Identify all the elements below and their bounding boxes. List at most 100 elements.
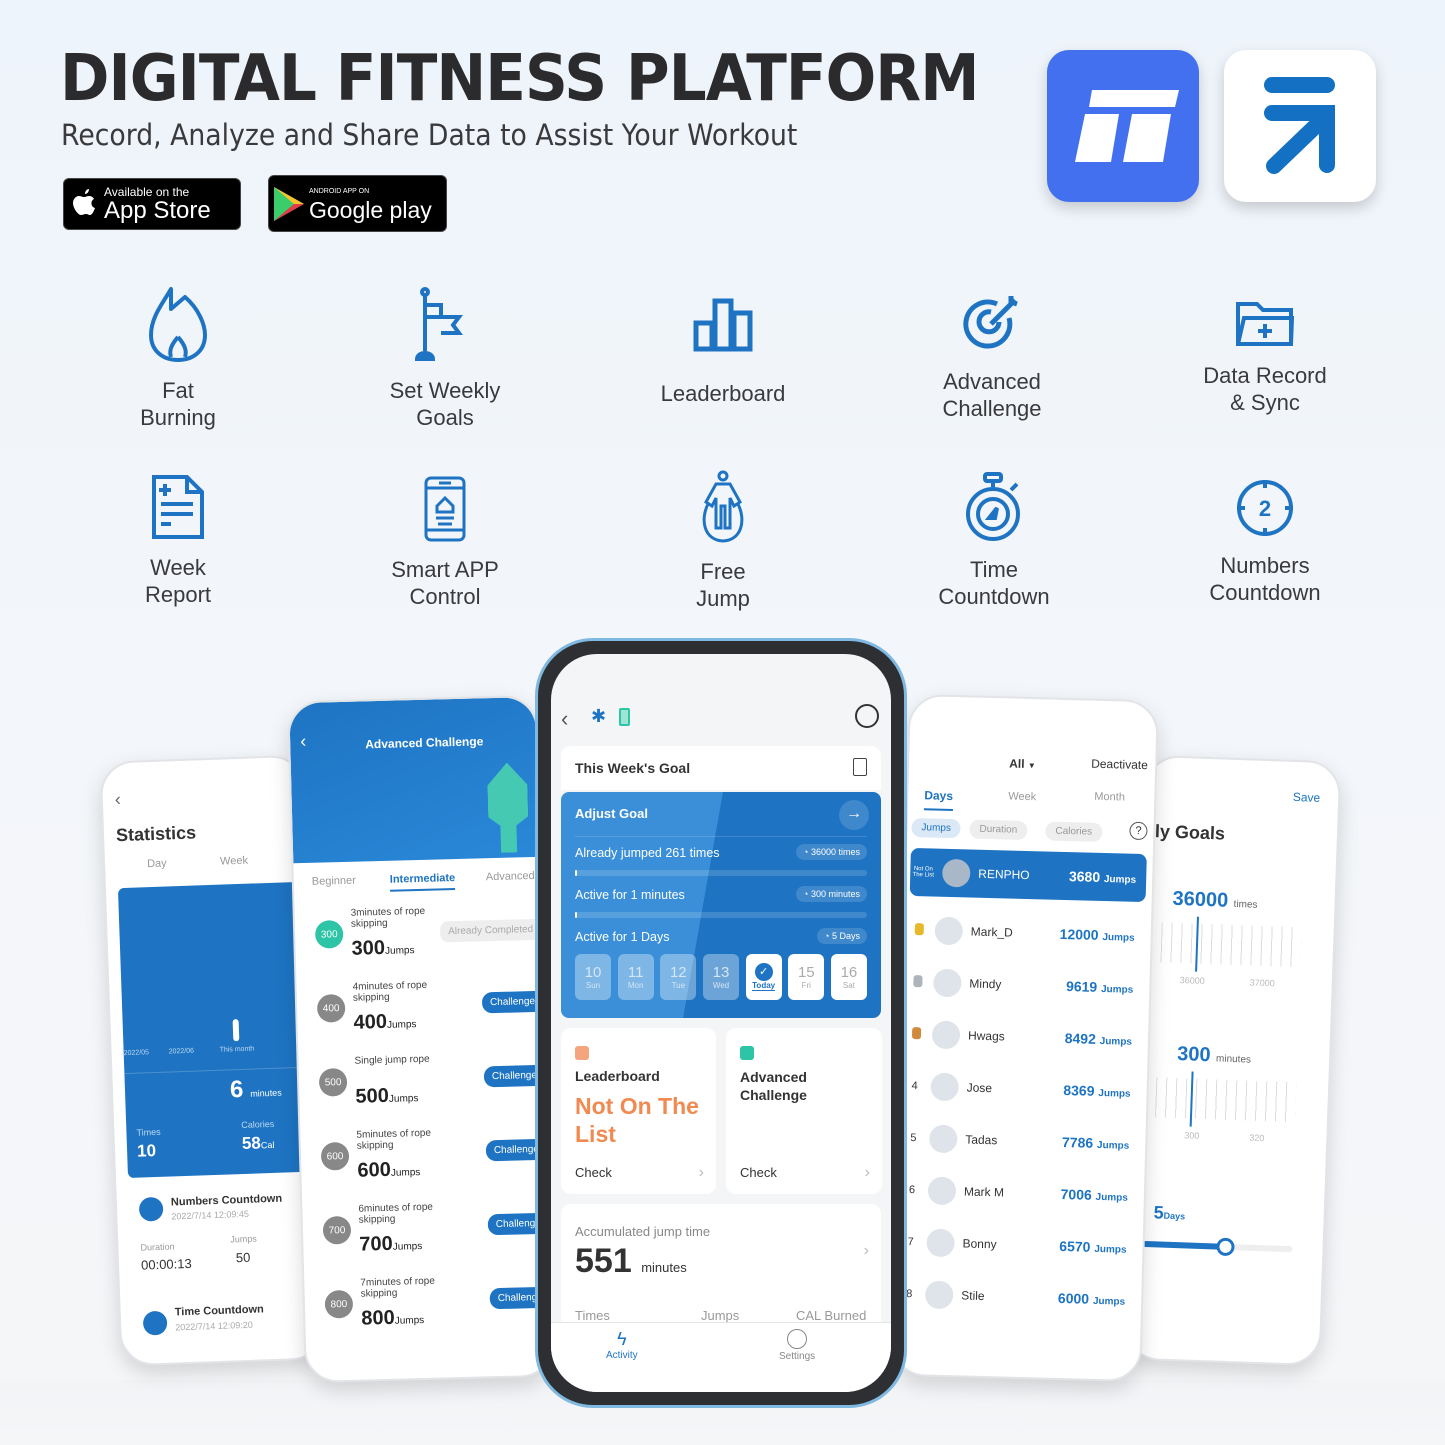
deactivate-button[interactable]: Deactivate (1091, 757, 1148, 772)
times-ruler[interactable] (1160, 922, 1302, 968)
challenge-item[interactable]: 300 3minutes of rope skipping 300Jumps A… (302, 896, 542, 968)
feature-data-record: Data Record & Sync (1155, 300, 1375, 416)
challenge-value: 600 (357, 1158, 392, 1182)
nav-settings[interactable]: Settings (779, 1329, 815, 1362)
chip-duration[interactable]: Duration (969, 819, 1028, 840)
caret-down-icon: ▼ (1027, 760, 1036, 771)
day-label: Sat (842, 981, 855, 990)
score: 12000 (1059, 925, 1099, 943)
chip-calories[interactable]: Calories (1045, 821, 1103, 842)
score-unit: Jumps (1095, 1191, 1128, 1204)
feature-time-countdown: Time Countdown (884, 472, 1104, 610)
tab-week[interactable]: Week (220, 855, 248, 868)
tab-advanced[interactable]: Advanced (486, 870, 535, 883)
challenge-value: 500 (355, 1084, 390, 1108)
tab-intermediate[interactable]: Intermediate (389, 872, 456, 892)
day-4[interactable]: ✓ Today (745, 954, 782, 1000)
days-slider[interactable] (1142, 1237, 1293, 1257)
challenge-item[interactable]: 400 4minutes of rope skipping 400Jumps C… (304, 970, 544, 1042)
challenge-desc: Single jump rope (354, 1053, 430, 1067)
check-link[interactable]: Check (575, 1165, 612, 1180)
minutes-unit: minutes (250, 1087, 282, 1099)
nav-activity[interactable]: ϟ Activity (606, 1329, 638, 1361)
tab-days[interactable]: Days (923, 788, 954, 812)
leaderboard-card[interactable]: Leaderboard Not On The List Check › (561, 1028, 716, 1194)
medal-icon (907, 974, 927, 990)
challenge-card[interactable]: Advanced Challenge Check › (726, 1028, 882, 1194)
duration-label: Duration (140, 1241, 175, 1253)
record-card[interactable]: Time Countdown 2022/7/14 12:09:20 (132, 1291, 320, 1353)
day-3[interactable]: 13 Wed (702, 954, 739, 1000)
goal-card: Adjust Goal → Already jumped 261 times ◔… (561, 792, 881, 1018)
rank: 4 (911, 1080, 918, 1093)
my-rank-row[interactable]: Not On The List RENPHO 3680 Jumps (909, 847, 1147, 903)
minutes-ruler[interactable] (1154, 1077, 1297, 1123)
calories-value: 58 (241, 1133, 262, 1154)
day-1[interactable]: 11 Mon (617, 954, 654, 1000)
minutes-unit: minutes (1215, 1053, 1252, 1066)
google-play-badge[interactable]: ANDROID APP ON Google play (268, 175, 447, 232)
leaderboard-row[interactable]: Mark_D 12000 Jumps (908, 905, 1146, 961)
feature-smart-app: Smart APP Control (335, 476, 555, 610)
day-0[interactable]: 10 Sun (575, 954, 611, 1000)
back-icon[interactable]: ‹ (300, 731, 307, 752)
back-icon[interactable]: ‹ (561, 706, 568, 732)
day-6[interactable]: 16 Sat (830, 954, 867, 1000)
leaderboard-row[interactable]: Hwags 8492 Jumps (905, 1009, 1143, 1065)
leaderboard-row[interactable]: 6 Mark M 7006 Jumps (901, 1165, 1139, 1221)
leaderboard-row[interactable]: 8 Stile 6000 Jumps (898, 1269, 1136, 1324)
check-link[interactable]: Check (740, 1165, 777, 1180)
tick-label: 36000 (1179, 975, 1205, 986)
challenge-unit: Jumps (384, 945, 415, 957)
chip-jumps[interactable]: Jumps (911, 817, 962, 839)
tab-week[interactable]: Week (1008, 790, 1036, 803)
day-number: 11 (627, 964, 644, 981)
score-unit: Jumps (1092, 1295, 1126, 1308)
record-card[interactable]: Numbers Countdown 2022/7/14 12:09:45 Dur… (128, 1181, 317, 1288)
feature-weekly-goals: Set Weekly Goals (335, 287, 555, 431)
stats-title: Statistics (115, 822, 197, 846)
google-play-big: Google play (309, 197, 432, 223)
challenge-unit: Jumps (386, 1019, 417, 1031)
arrow-right-icon[interactable]: → (839, 800, 869, 830)
clipboard-icon[interactable] (853, 758, 867, 776)
tab-month[interactable]: Month (1094, 791, 1125, 804)
day-5[interactable]: 15 Fri (788, 954, 825, 1000)
tab-day[interactable]: Day (147, 857, 167, 870)
leaderboard-row[interactable]: Mindy 9619 Jumps (906, 957, 1144, 1013)
level-badge: 300 (314, 920, 344, 949)
tab-beginner[interactable]: Beginner (312, 875, 356, 888)
challenge-item[interactable]: 700 6minutes of rope skipping 700Jumps C… (310, 1192, 550, 1263)
score-unit: Jumps (1096, 1139, 1130, 1152)
leaderboard-row[interactable]: 4 Jose 8369 Jumps (904, 1061, 1142, 1117)
filter-dropdown[interactable]: All ▼ (1009, 756, 1036, 771)
axis-label: This month (219, 1045, 255, 1054)
day-number: 16 (840, 964, 858, 981)
target-value: 5 Days (831, 931, 860, 941)
feature-label: Week (150, 555, 206, 580)
challenge-title: Advanced Challenge (365, 734, 484, 752)
app-store-badge[interactable]: Available on the App Store (63, 178, 241, 230)
axis-label: 2022/06 (168, 1047, 195, 1056)
feature-label: Goals (416, 405, 474, 430)
target-pill: ◔ 300 minutes (796, 886, 867, 902)
leaderboard-row[interactable]: 5 Tadas 7786 Jumps (902, 1113, 1140, 1169)
save-button[interactable]: Save (1293, 790, 1321, 805)
leaderboard-row[interactable]: 7 Bonny 6570 Jumps (899, 1217, 1138, 1272)
day-2[interactable]: 12 Tue (660, 954, 697, 1000)
filter-value: All (1008, 756, 1025, 771)
help-icon[interactable]: ? (1129, 821, 1148, 841)
challenge-item[interactable]: 800 7minutes of rope skipping 800Jumps C… (312, 1266, 552, 1337)
progress-fill (575, 870, 578, 876)
feature-label: Smart APP (391, 557, 499, 582)
record-date: 2022/7/14 12:09:45 (171, 1208, 250, 1222)
main-phone: ‹ ✱ This Week's Goal Adjust Goal → Alrea… (535, 638, 907, 1408)
days-unit: Days (1163, 1210, 1186, 1222)
rope-device-icon[interactable] (855, 704, 879, 728)
challenge-item[interactable]: 600 5minutes of rope skipping 600Jumps C… (308, 1118, 548, 1189)
record-title: Time Countdown (174, 1303, 264, 1319)
back-icon[interactable]: ‹ (114, 789, 121, 810)
slider-knob[interactable] (1215, 1237, 1235, 1257)
day-number: 10 (584, 964, 602, 981)
challenge-item[interactable]: 500 Single jump rope 500Jumps Challenge (306, 1044, 546, 1115)
